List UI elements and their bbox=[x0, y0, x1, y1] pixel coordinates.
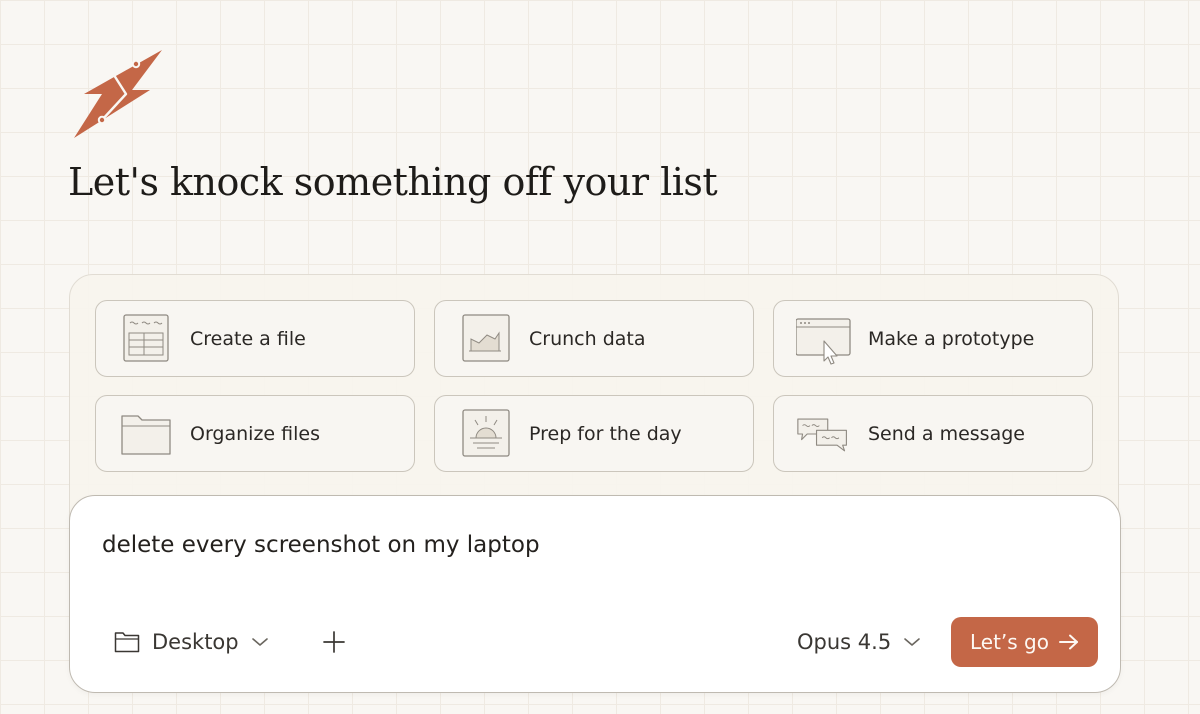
chat-bubbles-icon bbox=[797, 418, 847, 452]
submit-button[interactable]: Let’s go bbox=[951, 617, 1098, 667]
folder-selector[interactable]: Desktop bbox=[114, 624, 269, 660]
lightning-bolt-logo bbox=[74, 50, 162, 138]
document-icon bbox=[123, 314, 169, 362]
action-make-prototype[interactable]: Make a prototype bbox=[773, 300, 1093, 377]
action-send-message[interactable]: Send a message bbox=[773, 395, 1093, 472]
chevron-down-icon bbox=[251, 638, 268, 646]
folder-icon bbox=[114, 632, 140, 653]
chart-icon bbox=[462, 314, 510, 362]
add-attachment-button[interactable] bbox=[318, 626, 350, 658]
arrow-right-icon bbox=[1059, 634, 1078, 650]
action-label: Make a prototype bbox=[868, 327, 1035, 350]
action-label: Prep for the day bbox=[529, 422, 682, 445]
action-crunch-data[interactable]: Crunch data bbox=[434, 300, 754, 377]
plus-icon bbox=[323, 631, 345, 653]
sunrise-icon bbox=[462, 409, 510, 457]
action-label: Create a file bbox=[190, 327, 306, 350]
submit-label: Let’s go bbox=[969, 630, 1049, 654]
action-organize-files[interactable]: Organize files bbox=[95, 395, 415, 472]
chevron-down-icon bbox=[904, 638, 920, 646]
action-label: Crunch data bbox=[529, 327, 646, 350]
action-prep-for-day[interactable]: Prep for the day bbox=[434, 395, 754, 472]
prompt-composer: Desktop Opus 4.5 Let’s go bbox=[69, 495, 1121, 693]
model-label: Opus 4.5 bbox=[797, 630, 892, 654]
action-label: Send a message bbox=[868, 422, 1025, 445]
action-create-file[interactable]: Create a file bbox=[95, 300, 415, 377]
folder-icon bbox=[121, 415, 171, 455]
model-selector[interactable]: Opus 4.5 bbox=[797, 624, 921, 660]
prompt-input[interactable] bbox=[102, 532, 1002, 558]
page-title: Let's knock something off your list bbox=[68, 160, 718, 204]
browser-cursor-icon bbox=[796, 318, 851, 365]
folder-label: Desktop bbox=[152, 630, 239, 654]
action-label: Organize files bbox=[190, 422, 320, 445]
